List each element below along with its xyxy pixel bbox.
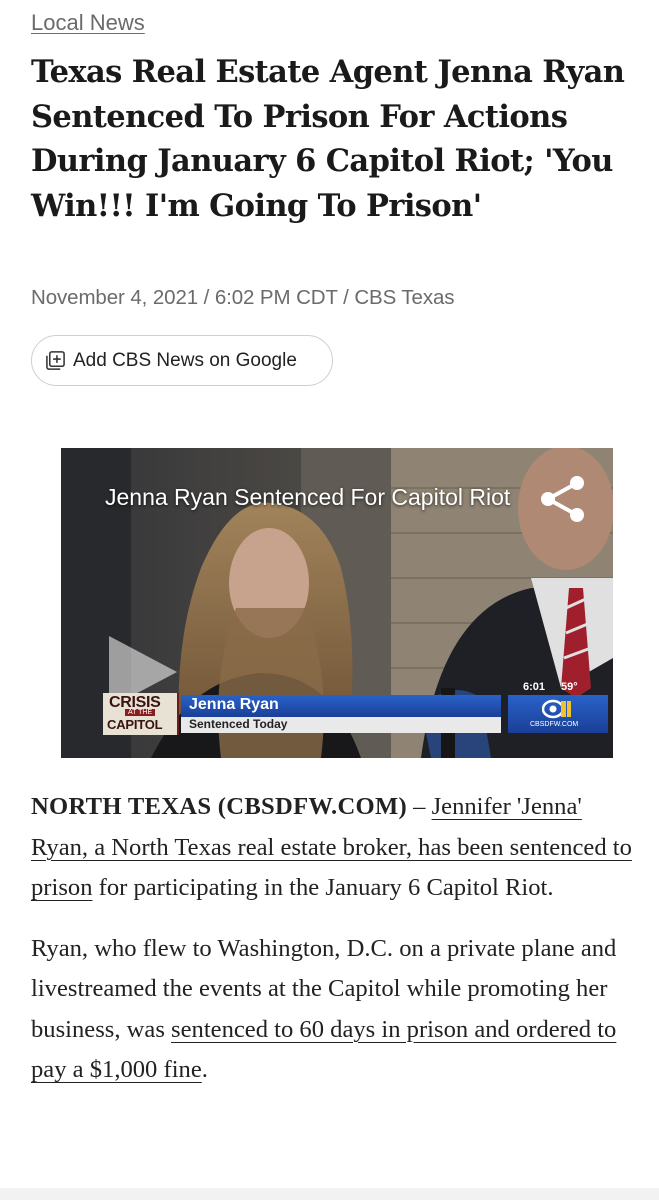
lower-third-subtitle: Sentenced Today bbox=[189, 717, 288, 731]
banner-mid-text: AT THE bbox=[125, 709, 156, 716]
article-paragraph-1: NORTH TEXAS (CBSDFW.COM) – Jennifer 'Jen… bbox=[31, 787, 637, 909]
dateline-dash: – bbox=[406, 793, 432, 820]
section-link-local-news[interactable]: Local News bbox=[31, 10, 145, 36]
article-dateline: NORTH TEXAS (CBSDFW.COM) bbox=[31, 793, 407, 820]
add-cbs-on-google-button[interactable]: Add CBS News on Google bbox=[31, 335, 333, 386]
crisis-at-capitol-banner: CRISIS AT THE CAPITOL bbox=[103, 693, 179, 735]
banner-bottom-text: CAPITOL bbox=[107, 717, 163, 732]
share-icon[interactable] bbox=[539, 474, 585, 524]
lower-third-name: Jenna Ryan bbox=[189, 696, 279, 713]
cbs-11-logo-icon bbox=[542, 699, 571, 719]
article-body: NORTH TEXAS (CBSDFW.COM) – Jennifer 'Jen… bbox=[31, 787, 637, 1111]
video-player[interactable]: Jenna Ryan Sentenced For Capitol Riot 6:… bbox=[61, 448, 613, 758]
broadcast-temperature: 59° bbox=[561, 681, 578, 693]
paragraph-2-end: . bbox=[201, 1056, 208, 1083]
paragraph-1-rest: for participating in the January 6 Capit… bbox=[92, 874, 554, 901]
broadcast-time: 6:01 bbox=[523, 681, 546, 693]
station-site: CBSDFW.COM bbox=[530, 721, 579, 728]
lower-third-subtitle-bar: Sentenced Today bbox=[181, 717, 501, 733]
article-headline: Texas Real Estate Agent Jenna Ryan Sente… bbox=[31, 54, 625, 225]
video-title: Jenna Ryan Sentenced For Capitol Riot bbox=[105, 484, 511, 510]
add-plus-icon bbox=[46, 351, 65, 370]
add-cbs-on-google-label: Add CBS News on Google bbox=[73, 349, 297, 371]
news-lower-third: 6:01 59° CRISIS AT THE CAPITOL Jenna Rya… bbox=[103, 681, 608, 735]
article-paragraph-2: Ryan, who flew to Washington, D.C. on a … bbox=[31, 929, 637, 1091]
page-bottom-divider bbox=[0, 1188, 659, 1200]
station-logo-bar: CBSDFW.COM bbox=[508, 695, 608, 733]
lower-third-name-bar: Jenna Ryan bbox=[181, 695, 501, 717]
article-byline: November 4, 2021 / 6:02 PM CDT / CBS Tex… bbox=[31, 286, 455, 309]
